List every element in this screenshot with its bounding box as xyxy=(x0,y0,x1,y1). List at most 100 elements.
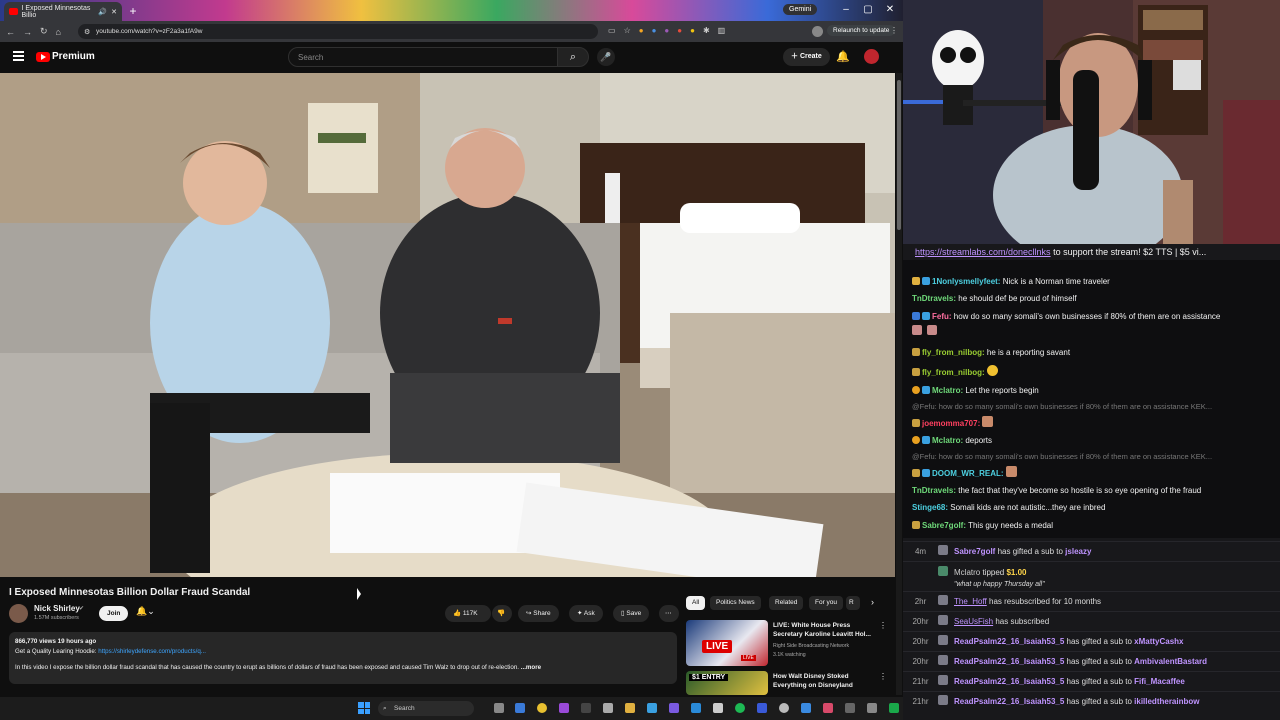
youtube-premium-label[interactable]: Premium xyxy=(52,51,95,62)
chrome-icon[interactable] xyxy=(537,703,547,713)
chat-username[interactable]: 1Nonlysmellyfeet: xyxy=(932,277,1000,286)
event-user[interactable]: ReadPsalm22_16_Isaiah53_5 xyxy=(954,637,1064,646)
like-button[interactable]: 👍 117K xyxy=(445,605,491,622)
profile-avatar-icon[interactable] xyxy=(812,26,823,37)
spotify-icon[interactable] xyxy=(735,703,745,713)
description-box[interactable]: 866,770 views 19 hours ago Get a Quality… xyxy=(9,632,677,684)
app-icon-1[interactable] xyxy=(559,703,569,713)
chat-username[interactable]: Sabre7golf: xyxy=(922,521,966,530)
chip-recently-uploaded[interactable]: R xyxy=(846,596,860,610)
chips-next-icon[interactable]: › xyxy=(871,597,874,607)
task-view-icon[interactable] xyxy=(494,703,504,713)
chat-username[interactable]: Stinge68: xyxy=(912,503,948,512)
chat-username[interactable]: fly_from_nilbog: xyxy=(922,368,985,377)
rec-thumbnail-2[interactable]: $1 ENTRY xyxy=(686,671,768,695)
relaunch-button[interactable]: Relaunch to update xyxy=(827,25,896,36)
discord-icon[interactable] xyxy=(669,703,679,713)
back-icon[interactable]: ← xyxy=(6,27,15,37)
site-info-icon[interactable]: ⚙ xyxy=(84,28,90,36)
app-icon-10[interactable] xyxy=(823,703,833,713)
event-target[interactable]: ikilledtherainbow xyxy=(1134,697,1199,706)
app-icon-3[interactable] xyxy=(603,703,613,713)
account-avatar[interactable] xyxy=(864,49,879,64)
close-window-icon[interactable]: ✕ xyxy=(880,2,900,18)
rec-menu-icon-1[interactable]: ⋮ xyxy=(879,621,887,630)
hamburger-menu-icon[interactable] xyxy=(13,51,24,61)
event-target[interactable]: jsleazy xyxy=(1065,547,1091,556)
event-target[interactable]: Fifi_Macaffee xyxy=(1134,677,1185,686)
event-target[interactable]: xMattyCashx xyxy=(1134,637,1183,646)
channel-avatar[interactable] xyxy=(9,604,28,623)
chip-all[interactable]: All xyxy=(686,596,706,610)
channel-name[interactable]: Nick Shirley xyxy=(34,604,80,613)
more-actions-icon[interactable]: ⋯ xyxy=(659,605,679,622)
chat-username[interactable]: joemomma707: xyxy=(922,419,980,428)
streamlabs-link[interactable]: https://streamlabs.com/donecllnks xyxy=(915,247,1051,257)
reload-icon[interactable]: ↻ xyxy=(40,26,48,37)
create-button[interactable]: ＋ Create xyxy=(783,48,830,66)
extension-icon-1[interactable]: ● xyxy=(639,26,644,35)
dislike-button[interactable]: 👎 xyxy=(492,605,512,622)
app-icon-11[interactable] xyxy=(845,703,855,713)
search-input[interactable]: Search xyxy=(288,47,558,67)
save-button[interactable]: ▯ Save xyxy=(613,605,650,622)
event-user[interactable]: ReadPsalm22_16_Isaiah53_5 xyxy=(954,677,1064,686)
search-icon[interactable]: ⌕ xyxy=(557,47,589,67)
tab-audio-icon[interactable]: 🔊 xyxy=(98,8,107,16)
chat-username[interactable]: Mclatro: xyxy=(932,436,963,445)
event-user[interactable]: Sabre7golf xyxy=(954,547,995,556)
rec-title-2[interactable]: How Walt Disney Stoked Everything on Dis… xyxy=(773,672,875,690)
bookmark-star-icon[interactable]: ☆ xyxy=(624,26,631,35)
browser-menu-icon[interactable]: ⋮ xyxy=(890,26,898,35)
chip-related[interactable]: Related xyxy=(769,596,804,610)
home-icon[interactable]: ⌂ xyxy=(56,27,61,37)
event-user[interactable]: Mclatro xyxy=(954,568,980,577)
extension-icon-5[interactable]: ● xyxy=(690,26,695,35)
browser-tab-active[interactable]: I Exposed Minnesotas Billio 🔊 ✕ xyxy=(4,2,122,21)
gemini-button[interactable]: Gemini xyxy=(783,4,818,15)
hoodie-link[interactable]: https://shirleydefense.com/products/q... xyxy=(98,648,206,655)
event-user[interactable]: ReadPsalm22_16_Isaiah53_5 xyxy=(954,697,1064,706)
video-player[interactable] xyxy=(0,73,895,577)
subscribed-bell-icon[interactable]: 🔔⌄ xyxy=(136,606,155,617)
maximize-icon[interactable]: ▢ xyxy=(858,2,878,18)
address-bar[interactable]: ⚙ youtube.com/watch?v=zF2a3a1fA9w xyxy=(78,24,598,39)
rec-title-1[interactable]: LIVE: White House Press Secretary Karoli… xyxy=(773,621,875,639)
event-user[interactable]: SeaUsFish xyxy=(954,617,993,626)
rec-menu-icon-2[interactable]: ⋮ xyxy=(879,672,887,681)
app-icon-13[interactable] xyxy=(889,703,899,713)
app-icon-6[interactable] xyxy=(713,703,723,713)
tab-close-icon[interactable]: ✕ xyxy=(111,8,117,16)
youtube-logo-icon[interactable] xyxy=(36,52,50,62)
chat-username[interactable]: TnDtravels: xyxy=(912,486,956,495)
event-user[interactable]: ReadPsalm22_16_Isaiah53_5 xyxy=(954,657,1064,666)
minimize-icon[interactable]: – xyxy=(836,2,856,18)
description-more-link[interactable]: ...more xyxy=(521,664,541,671)
sidebar-icon[interactable]: ▥ xyxy=(718,26,726,35)
app-icon-8[interactable] xyxy=(779,703,789,713)
windows-start-icon[interactable] xyxy=(358,702,370,714)
event-user[interactable]: The_Hoff xyxy=(954,597,987,606)
app-icon-2[interactable] xyxy=(581,703,591,713)
share-button[interactable]: ↪ Share xyxy=(518,605,559,622)
extensions-puzzle-icon[interactable]: ✱ xyxy=(703,26,710,35)
extension-icon-3[interactable]: ● xyxy=(664,26,669,35)
chat-username[interactable]: fly_from_nilbog: xyxy=(922,348,985,357)
app-icon-5[interactable] xyxy=(691,703,701,713)
screen-cast-icon[interactable]: ▭ xyxy=(608,26,616,35)
join-button[interactable]: Join xyxy=(99,606,129,621)
notifications-bell-icon[interactable]: 🔔 xyxy=(836,50,850,63)
taskbar-search[interactable]: ⌕ Search xyxy=(378,701,474,716)
app-icon-7[interactable] xyxy=(757,703,767,713)
forward-icon[interactable]: → xyxy=(23,27,32,37)
event-target[interactable]: AmbivalentBastard xyxy=(1134,657,1207,666)
rec-thumbnail-1[interactable]: LIVE LIVE xyxy=(686,620,768,666)
file-explorer-icon[interactable] xyxy=(625,703,635,713)
chat-username[interactable]: TnDtravels: xyxy=(912,294,956,303)
extension-icon-4[interactable]: ● xyxy=(677,26,682,35)
app-icon-9[interactable] xyxy=(801,703,811,713)
app-icon-12[interactable] xyxy=(867,703,877,713)
new-tab-button[interactable]: + xyxy=(126,4,140,18)
microphone-icon[interactable]: 🎤 xyxy=(597,48,615,66)
chat-username[interactable]: Mclatro: xyxy=(932,386,963,395)
